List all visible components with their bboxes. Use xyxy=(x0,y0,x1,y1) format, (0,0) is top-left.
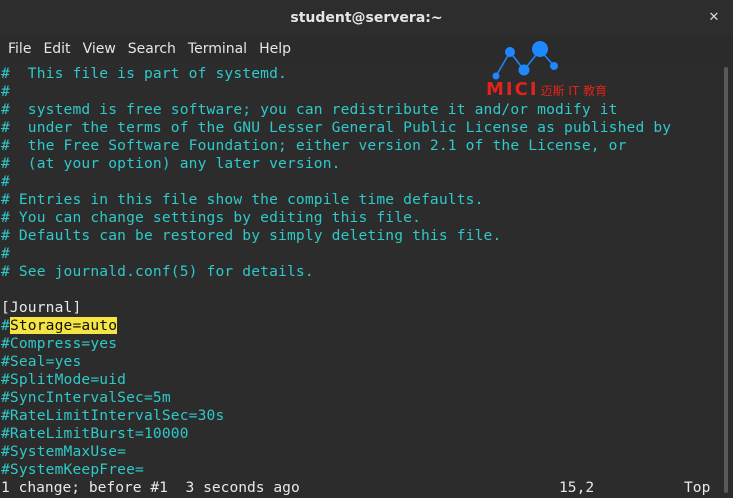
editor-line: # (at your option) any later version. xyxy=(1,155,341,172)
comment-prefix: # xyxy=(1,317,10,334)
status-message: 1 change; before #1 3 seconds ago xyxy=(1,479,300,496)
editor-line: # under the terms of the GNU Lesser Gene… xyxy=(1,119,672,136)
editor-line: # This file is part of systemd. xyxy=(1,65,287,82)
editor-line: #SyncIntervalSec=5m xyxy=(1,389,171,406)
watermark-logo: MICI 迈斯 IT 教育 xyxy=(486,40,656,100)
editor-line: # xyxy=(1,245,10,262)
terminal-text-area[interactable]: # This file is part of systemd. # # syst… xyxy=(0,63,718,498)
search-highlight: Storage=auto xyxy=(9,317,118,334)
editor-line: #Compress=yes xyxy=(1,335,118,352)
editor-line: # the Free Software Foundation; either v… xyxy=(1,137,627,154)
editor-line: #SplitMode=uid xyxy=(1,371,127,388)
editor-line: #SystemKeepFree= xyxy=(1,461,144,478)
watermark-brand: MICI xyxy=(486,79,539,100)
scrollbar[interactable] xyxy=(718,63,733,498)
menu-terminal[interactable]: Terminal xyxy=(182,36,253,63)
window-title: student@servera:~ xyxy=(290,10,443,26)
editor-line: # Entries in this file show the compile … xyxy=(1,191,484,208)
editor-line: #SystemMaxUse= xyxy=(1,443,127,460)
scroll-indicator: Top xyxy=(684,479,711,496)
menu-edit[interactable]: Edit xyxy=(37,36,76,63)
editor-line: # xyxy=(1,173,10,190)
scrollbar-thumb[interactable] xyxy=(724,67,728,493)
menu-help[interactable]: Help xyxy=(253,36,297,63)
cursor-position: 15,2 xyxy=(559,479,595,496)
menu-search[interactable]: Search xyxy=(122,36,182,63)
title-bar: student@servera:~ ✕ xyxy=(0,0,733,36)
editor-line: # See journald.conf(5) for details. xyxy=(1,263,314,280)
menu-view[interactable]: View xyxy=(77,36,122,63)
editor-line: # systemd is free software; you can redi… xyxy=(1,101,618,118)
editor-line: #RateLimitBurst=10000 xyxy=(1,425,189,442)
editor-line-cursor: #Storage=auto xyxy=(1,317,118,335)
editor-line: # Defaults can be restored by simply del… xyxy=(1,227,502,244)
close-icon[interactable]: ✕ xyxy=(705,9,723,27)
vim-status-line: 1 change; before #1 3 seconds ago 15,2 T… xyxy=(0,478,718,498)
editor-line-section: [Journal] xyxy=(1,299,82,316)
editor-line: #Seal=yes xyxy=(1,353,82,370)
watermark-subtitle: 迈斯 IT 教育 xyxy=(540,84,608,98)
menu-file[interactable]: File xyxy=(2,36,37,63)
editor-line: # xyxy=(1,83,10,100)
watermark-text: MICI 迈斯 IT 教育 xyxy=(486,79,607,100)
editor-line: # You can change settings by editing thi… xyxy=(1,209,422,226)
editor-line: #RateLimitIntervalSec=30s xyxy=(1,407,225,424)
